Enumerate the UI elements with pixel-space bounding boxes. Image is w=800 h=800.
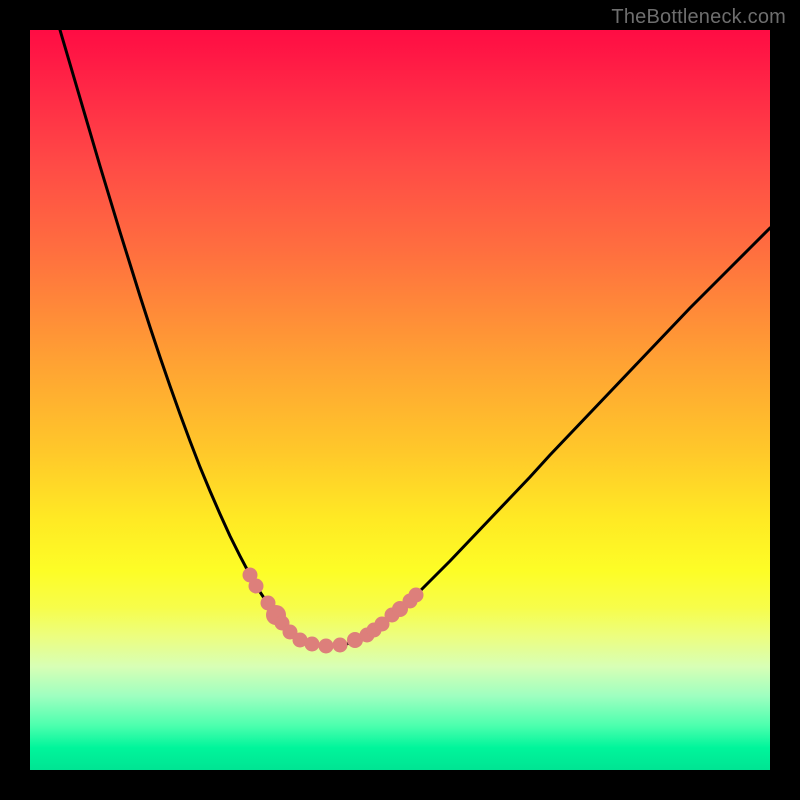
plot-area <box>30 30 770 770</box>
watermark-text: TheBottleneck.com <box>611 6 786 29</box>
chart-frame: TheBottleneck.com <box>0 0 800 800</box>
heat-gradient-background <box>30 30 770 770</box>
